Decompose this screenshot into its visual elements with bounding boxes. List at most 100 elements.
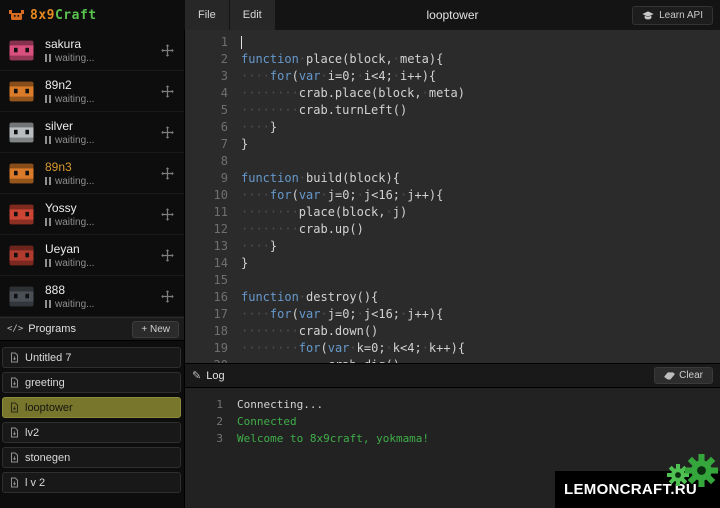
code-line[interactable]: 19········for(var·k=0;·k<4;·k++){ [185, 340, 720, 357]
learn-api-button[interactable]: Learn API [632, 6, 713, 25]
log-pencil-icon: ✎ [192, 369, 201, 382]
player-row[interactable]: 89n3 waiting... [0, 153, 184, 194]
player-avatar-icon [8, 283, 35, 310]
app-logo: 8x9Craft [0, 0, 185, 30]
graduation-cap-icon [642, 11, 654, 20]
move-crosshair-icon[interactable] [160, 166, 175, 181]
main-area: 12function·place(block,·meta){3····for(v… [185, 30, 720, 508]
pause-icon [45, 95, 51, 103]
log-entry: 2Connected [185, 413, 720, 430]
code-line[interactable]: 13····} [185, 238, 720, 255]
log-entry-number: 1 [185, 396, 237, 413]
code-line[interactable]: 16function·destroy(){ [185, 289, 720, 306]
code-line[interactable]: 5········crab.turnLeft() [185, 102, 720, 119]
log-entry-text: Welcome to 8x9craft, yokmama! [237, 430, 429, 447]
code-line[interactable]: 15 [185, 272, 720, 289]
code-line[interactable]: 6····} [185, 119, 720, 136]
player-row[interactable]: silver waiting... [0, 112, 184, 153]
player-row[interactable]: Yossy waiting... [0, 194, 184, 235]
move-crosshair-icon[interactable] [160, 289, 175, 304]
program-item[interactable]: l v 2 [2, 472, 181, 493]
code-text [241, 272, 720, 289]
player-name: 888 [45, 283, 160, 297]
line-number: 3 [185, 68, 241, 85]
code-text: ····} [241, 119, 720, 136]
menu-edit[interactable]: Edit [230, 0, 276, 30]
player-row[interactable]: 89n2 waiting... [0, 71, 184, 112]
player-name: sakura [45, 37, 160, 51]
player-row[interactable]: sakura waiting... [0, 30, 184, 71]
clear-log-button[interactable]: Clear [654, 367, 713, 384]
menu-file[interactable]: File [185, 0, 230, 30]
text-cursor [241, 36, 242, 49]
move-crosshair-icon[interactable] [160, 207, 175, 222]
code-line[interactable]: 11········place(block,·j) [185, 204, 720, 221]
code-line[interactable]: 3····for(var·i=0;·i<4;·i++){ [185, 68, 720, 85]
code-line[interactable]: 1 [185, 34, 720, 51]
code-text: function·build(block){ [241, 170, 720, 187]
player-info: 89n2 waiting... [45, 78, 160, 105]
player-info: Ueyan waiting... [45, 242, 160, 269]
line-number: 6 [185, 119, 241, 136]
line-number: 7 [185, 136, 241, 153]
program-name: greeting [25, 377, 65, 389]
player-info: 888 waiting... [45, 283, 160, 310]
player-status-text: waiting... [55, 258, 94, 269]
move-crosshair-icon[interactable] [160, 248, 175, 263]
code-line[interactable]: 2function·place(block,·meta){ [185, 51, 720, 68]
program-item[interactable]: stonegen [2, 447, 181, 468]
code-text [241, 153, 720, 170]
move-crosshair-icon[interactable] [160, 84, 175, 99]
program-item[interactable]: greeting [2, 372, 181, 393]
code-editor[interactable]: 12function·place(block,·meta){3····for(v… [185, 30, 720, 363]
player-avatar-icon [8, 78, 35, 105]
programs-title: Programs [28, 323, 76, 335]
player-row[interactable]: 888 waiting... [0, 276, 184, 317]
pause-icon [45, 218, 51, 226]
program-item[interactable]: lv2 [2, 422, 181, 443]
code-text: } [241, 136, 720, 153]
player-avatar-icon [8, 201, 35, 228]
player-list: sakura waiting... 89n2 waiting... [0, 30, 184, 317]
log-entry-text: Connected [237, 413, 297, 430]
player-avatar-icon [8, 37, 35, 64]
code-line[interactable]: 9function·build(block){ [185, 170, 720, 187]
code-line[interactable]: 12········crab.up() [185, 221, 720, 238]
player-status-text: waiting... [55, 94, 94, 105]
program-item[interactable]: Untitled 7 [2, 347, 181, 368]
player-avatar-icon [8, 119, 35, 146]
code-text: ····for(var·j=0;·j<16;·j++){ [241, 306, 720, 323]
player-name: silver [45, 119, 160, 133]
code-line[interactable]: 7} [185, 136, 720, 153]
code-line[interactable]: 14} [185, 255, 720, 272]
move-crosshair-icon[interactable] [160, 125, 175, 140]
code-text: ········crab.up() [241, 221, 720, 238]
pause-icon [45, 177, 51, 185]
sidebar: sakura waiting... 89n2 waiting... [0, 30, 185, 508]
program-item[interactable]: looptower [2, 397, 181, 418]
move-crosshair-icon[interactable] [160, 43, 175, 58]
code-line[interactable]: 17····for(var·j=0;·j<16;·j++){ [185, 306, 720, 323]
player-status-text: waiting... [55, 53, 94, 64]
player-status-text: waiting... [55, 217, 94, 228]
code-text: ········crab.turnLeft() [241, 102, 720, 119]
code-text: ····} [241, 238, 720, 255]
code-line[interactable]: 4········crab.place(block,·meta) [185, 85, 720, 102]
app-window: 8x9Craft File Edit looptower Learn API s… [0, 0, 720, 508]
file-icon [10, 377, 19, 388]
line-number: 12 [185, 221, 241, 238]
new-program-button[interactable]: + New [132, 321, 179, 338]
eraser-icon [664, 371, 675, 380]
player-status: waiting... [45, 94, 160, 105]
code-line[interactable]: 10····for(var·j=0;·j<16;·j++){ [185, 187, 720, 204]
code-line[interactable]: 8 [185, 153, 720, 170]
player-status-text: waiting... [55, 176, 94, 187]
player-status: waiting... [45, 217, 160, 228]
code-line[interactable]: 18········crab.down() [185, 323, 720, 340]
line-number: 13 [185, 238, 241, 255]
pause-icon [45, 54, 51, 62]
player-row[interactable]: Ueyan waiting... [0, 235, 184, 276]
player-status: waiting... [45, 176, 160, 187]
line-number: 10 [185, 187, 241, 204]
line-number: 11 [185, 204, 241, 221]
